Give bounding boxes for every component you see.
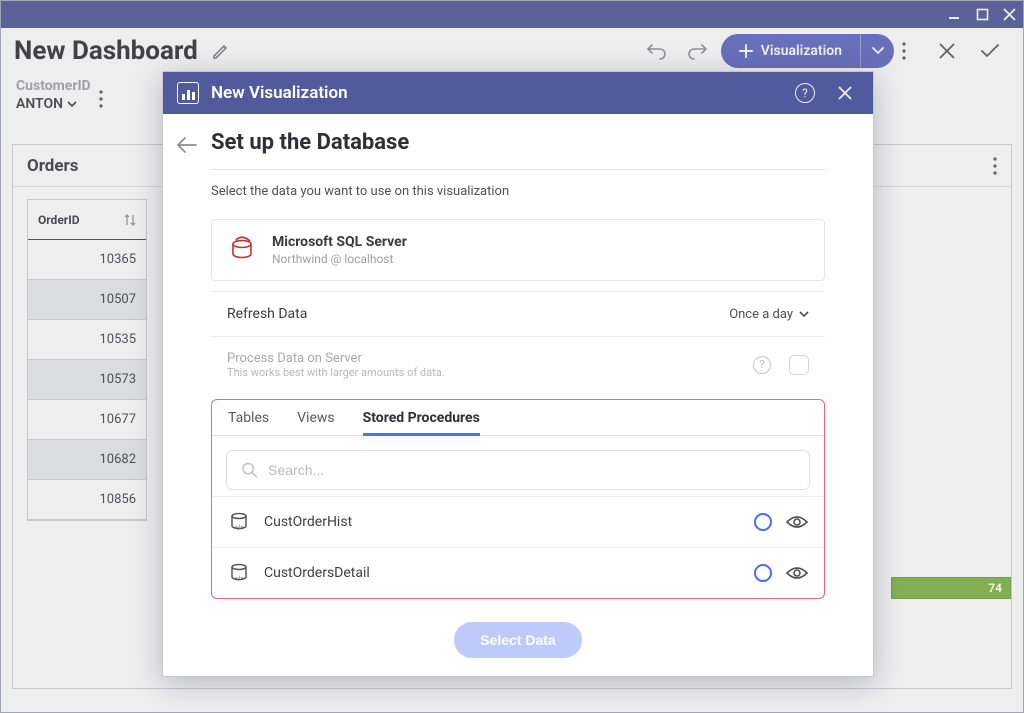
stored-procedure-name: CustOrderHist xyxy=(264,514,740,530)
app-toolbar: New Dashboard Visualization xyxy=(0,28,1024,74)
add-visualization-label: Visualization xyxy=(761,43,842,59)
chevron-down-icon xyxy=(799,311,809,318)
edit-title-icon[interactable] xyxy=(212,42,230,60)
plus-icon xyxy=(739,44,753,58)
green-bar-value: 74 xyxy=(891,577,1011,599)
preview-icon[interactable] xyxy=(786,514,808,530)
filter-overflow-icon[interactable] xyxy=(99,90,127,108)
modal-header-title: New Visualization xyxy=(211,83,348,103)
add-visualization-button[interactable]: Visualization xyxy=(721,34,894,68)
sql-server-icon xyxy=(228,236,256,264)
modal-title: Set up the Database xyxy=(211,130,825,155)
table-row[interactable]: 10856 xyxy=(28,480,146,520)
refresh-value-dropdown[interactable]: Once a day xyxy=(729,307,809,322)
window-close-icon[interactable] xyxy=(1003,8,1016,21)
datasource-detail: Northwind @ localhost xyxy=(272,252,407,266)
undo-icon[interactable] xyxy=(641,35,673,67)
table-row[interactable]: 10573 xyxy=(28,360,146,400)
back-button[interactable] xyxy=(175,136,197,154)
modal-close-button[interactable] xyxy=(831,79,859,107)
svg-text:</>: </> xyxy=(234,575,244,583)
orders-card-overflow-icon[interactable] xyxy=(993,157,997,175)
cancel-icon[interactable] xyxy=(938,42,972,60)
filter-value-dropdown[interactable]: ANTON xyxy=(16,96,91,112)
sort-icon xyxy=(124,213,136,227)
process-subtitle: This works best with larger amounts of d… xyxy=(227,366,445,379)
add-visualization-dropdown[interactable] xyxy=(860,34,894,68)
datasource-card[interactable]: Microsoft SQL Server Northwind @ localho… xyxy=(211,219,825,281)
confirm-icon[interactable] xyxy=(980,43,1014,59)
tab-tables[interactable]: Tables xyxy=(228,410,269,436)
svg-text:</>: </> xyxy=(234,524,244,532)
process-help-icon[interactable]: ? xyxy=(753,356,771,374)
database-icon: </> xyxy=(228,562,250,584)
search-input[interactable] xyxy=(268,462,795,478)
dashboard-title: New Dashboard xyxy=(14,36,198,66)
table-row[interactable]: 10682 xyxy=(28,440,146,480)
table-row[interactable]: 10507 xyxy=(28,280,146,320)
search-field[interactable] xyxy=(226,450,810,490)
process-on-server-row: Process Data on Server This works best w… xyxy=(211,336,825,393)
new-visualization-modal: New Visualization ? Set up the Database … xyxy=(162,71,874,677)
stored-procedure-list: </> CustOrderHist </> CustOrdersDetail xyxy=(212,496,824,598)
table-row[interactable]: 10677 xyxy=(28,400,146,440)
table-row[interactable]: 10365 xyxy=(28,240,146,280)
orders-table: OrderID 10365105071053510573106771068210… xyxy=(27,199,147,521)
stored-procedure-row[interactable]: </> CustOrderHist xyxy=(212,496,824,547)
tab-views[interactable]: Views xyxy=(297,410,335,436)
stored-procedure-name: CustOrdersDetail xyxy=(264,565,740,581)
process-title: Process Data on Server xyxy=(227,351,445,366)
refresh-label: Refresh Data xyxy=(227,306,307,322)
refresh-data-row[interactable]: Refresh Data Once a day xyxy=(211,291,825,336)
divider xyxy=(211,169,825,170)
app-title-bar xyxy=(0,0,1024,28)
maximize-icon[interactable] xyxy=(976,8,989,21)
datasource-name: Microsoft SQL Server xyxy=(272,234,407,250)
modal-subtitle: Select the data you want to use on this … xyxy=(211,184,825,199)
database-icon: </> xyxy=(228,511,250,533)
modal-header: New Visualization ? xyxy=(163,72,873,114)
search-icon xyxy=(241,461,258,479)
filter-field-label: CustomerID xyxy=(16,78,91,94)
orders-card-title: Orders xyxy=(27,156,79,176)
preview-icon[interactable] xyxy=(786,565,808,581)
chart-icon xyxy=(177,82,199,104)
process-checkbox[interactable] xyxy=(789,355,809,375)
minimize-icon[interactable] xyxy=(948,7,962,21)
modal-help-button[interactable]: ? xyxy=(791,79,819,107)
select-radio[interactable] xyxy=(754,513,772,531)
data-objects-panel: TablesViewsStored Procedures </> CustOrd… xyxy=(211,399,825,599)
tabs: TablesViewsStored Procedures xyxy=(212,400,824,436)
modal-footer: Select Data xyxy=(163,608,873,676)
stored-procedure-row[interactable]: </> CustOrdersDetail xyxy=(212,547,824,598)
redo-icon[interactable] xyxy=(681,35,713,67)
select-data-button[interactable]: Select Data xyxy=(454,622,581,658)
table-row[interactable]: 10535 xyxy=(28,320,146,360)
orders-column-header[interactable]: OrderID xyxy=(28,200,146,240)
select-radio[interactable] xyxy=(754,564,772,582)
toolbar-overflow-icon[interactable] xyxy=(902,42,930,60)
